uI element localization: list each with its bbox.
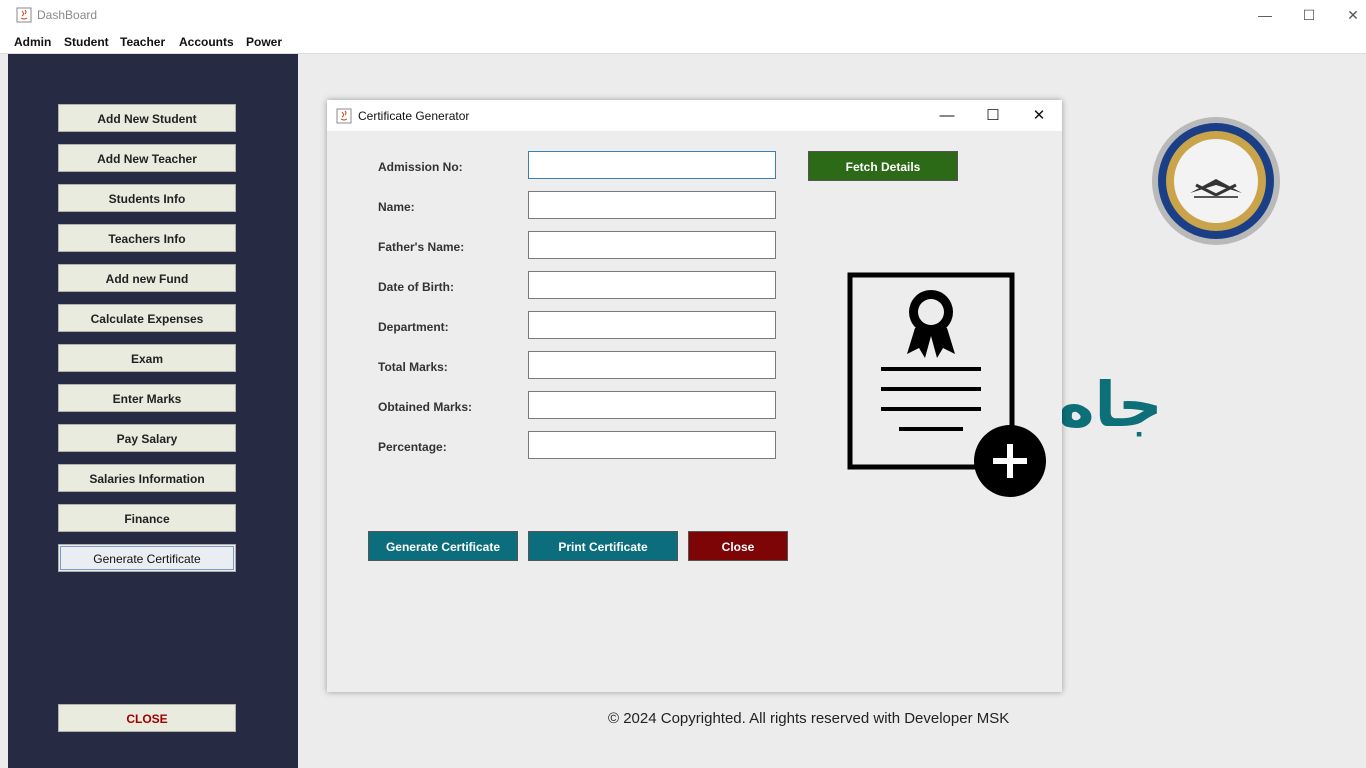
institution-name-text: جاه — [1058, 368, 1163, 441]
minimize-button[interactable]: — — [1242, 0, 1288, 31]
pay-salary-button[interactable]: Pay Salary — [58, 424, 236, 452]
dialog-minimize-button[interactable]: — — [924, 100, 970, 131]
menu-admin[interactable]: Admin — [14, 35, 51, 49]
obtained-marks-label: Obtained Marks: — [378, 400, 473, 414]
certificate-generator-dialog: Certificate Generator — ☐ ✕ Admission No… — [327, 100, 1062, 692]
maximize-button[interactable]: ☐ — [1286, 0, 1332, 31]
certificate-add-icon — [847, 272, 1049, 503]
generate-certificate-button[interactable]: Generate Certificate — [58, 544, 236, 572]
enter-marks-button[interactable]: Enter Marks — [58, 384, 236, 412]
fathers-name-label: Father's Name: — [378, 240, 465, 254]
menu-teacher[interactable]: Teacher — [120, 35, 165, 49]
dialog-close-button[interactable]: Close — [688, 531, 788, 561]
name-label: Name: — [378, 200, 415, 214]
teachers-info-button[interactable]: Teachers Info — [58, 224, 236, 252]
percentage-field[interactable] — [528, 431, 776, 459]
footer-copyright: © 2024 Copyrighted. All rights reserved … — [608, 710, 1010, 727]
admission-no-field[interactable] — [528, 151, 776, 179]
salaries-information-button[interactable]: Salaries Information — [58, 464, 236, 492]
fathers-name-field[interactable] — [528, 231, 776, 259]
menu-student[interactable]: Student — [64, 35, 109, 49]
menu-accounts[interactable]: Accounts — [179, 35, 234, 49]
name-field[interactable] — [528, 191, 776, 219]
department-field[interactable] — [528, 311, 776, 339]
window-title: DashBoard — [37, 8, 98, 22]
menubar: Admin Student Teacher Accounts Power — [0, 31, 1366, 54]
main-titlebar: DashBoard — ☐ ✕ — [0, 0, 1366, 31]
obtained-marks-field[interactable] — [528, 391, 776, 419]
add-new-teacher-button[interactable]: Add New Teacher — [58, 144, 236, 172]
percentage-label: Percentage: — [378, 440, 447, 454]
generate-certificate-action-button[interactable]: Generate Certificate — [368, 531, 518, 561]
sidebar: Add New Student Add New Teacher Students… — [8, 54, 298, 768]
java-app-icon — [16, 7, 32, 23]
dialog-maximize-button[interactable]: ☐ — [970, 100, 1016, 131]
date-of-birth-label: Date of Birth: — [378, 280, 454, 294]
institution-logo — [1150, 115, 1282, 252]
print-certificate-button[interactable]: Print Certificate — [528, 531, 678, 561]
students-info-button[interactable]: Students Info — [58, 184, 236, 212]
sidebar-close-button[interactable]: CLOSE — [58, 704, 236, 732]
fetch-details-button[interactable]: Fetch Details — [808, 151, 958, 181]
date-of-birth-field[interactable] — [528, 271, 776, 299]
calculate-expenses-button[interactable]: Calculate Expenses — [58, 304, 236, 332]
admission-no-label: Admission No: — [378, 160, 463, 174]
dialog-title: Certificate Generator — [358, 109, 470, 123]
department-label: Department: — [378, 320, 449, 334]
add-new-student-button[interactable]: Add New Student — [58, 104, 236, 132]
dialog-titlebar: Certificate Generator — ☐ ✕ — [327, 100, 1062, 131]
close-window-button[interactable]: ✕ — [1330, 0, 1366, 31]
java-app-icon — [336, 108, 352, 129]
menu-power[interactable]: Power — [246, 35, 282, 49]
total-marks-label: Total Marks: — [378, 360, 448, 374]
finance-button[interactable]: Finance — [58, 504, 236, 532]
dialog-close-x-button[interactable]: ✕ — [1016, 100, 1062, 131]
exam-button[interactable]: Exam — [58, 344, 236, 372]
total-marks-field[interactable] — [528, 351, 776, 379]
add-new-fund-button[interactable]: Add new Fund — [58, 264, 236, 292]
